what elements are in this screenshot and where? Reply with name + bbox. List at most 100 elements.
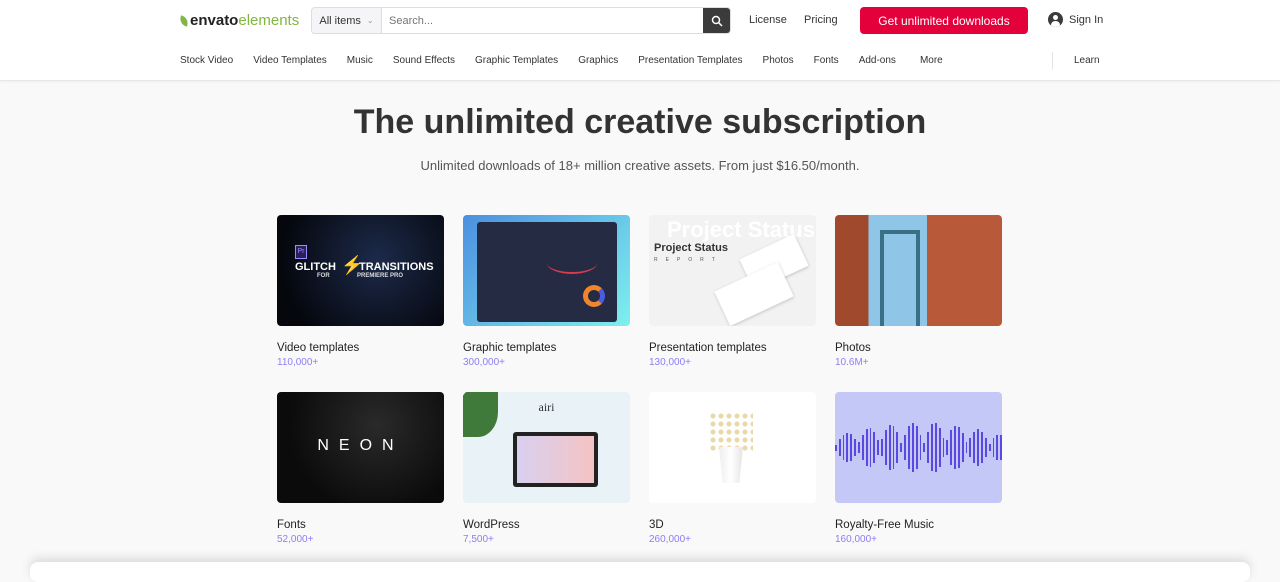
logo-product: elements (238, 12, 300, 29)
presentation-templates-thumbnail: Project Status Project Status REPORT (649, 215, 816, 326)
nav-add-ons[interactable]: Add-ons (859, 55, 896, 66)
category-count: 300,000+ (463, 357, 505, 368)
category-label: Fonts (277, 519, 306, 531)
wave-bar (954, 425, 956, 470)
wave-bar (946, 439, 949, 456)
nav-music[interactable]: Music (347, 55, 373, 66)
category-label: WordPress (463, 519, 520, 531)
wave-bar (950, 430, 953, 465)
user-icon (1048, 12, 1063, 27)
license-link[interactable]: License (749, 14, 787, 26)
nav-fonts[interactable]: Fonts (814, 55, 839, 66)
wave-bar (881, 438, 883, 457)
wave-bar (846, 432, 849, 463)
bridge-shape (880, 230, 920, 326)
wave-bar (896, 432, 899, 463)
sign-in-button[interactable]: Sign In (1048, 12, 1103, 27)
waveform-icon (835, 392, 1002, 503)
category-label: 3D (649, 519, 664, 531)
top-header: envatoelements All items ⌄ License Pricin… (0, 0, 1280, 81)
category-count: 130,000+ (649, 357, 691, 368)
logo-brand: envato (190, 12, 239, 29)
donut-chart (583, 285, 605, 307)
category-card-wordpress[interactable]: airi WordPress 7,500+ (463, 392, 630, 545)
hero-subtitle: Unlimited downloads of 18+ million creat… (420, 158, 860, 173)
wordpress-thumbnail: airi (463, 392, 630, 503)
category-card-photos[interactable]: Photos 10.6M+ (835, 215, 1002, 368)
search-bar: All items ⌄ (311, 7, 731, 34)
thumb-text: Project Status (654, 242, 728, 254)
wave-bar (996, 434, 999, 461)
thumb-text: REPORT (654, 257, 723, 263)
category-count: 52,000+ (277, 534, 314, 545)
nav-more[interactable]: More (920, 55, 943, 66)
category-card-royalty-free-music[interactable]: Royalty-Free Music 160,000+ (835, 392, 1002, 545)
wave-bar (915, 425, 918, 470)
category-count: 260,000+ (649, 534, 691, 545)
envato-elements-logo[interactable]: envato elements (179, 12, 300, 29)
search-button[interactable] (703, 8, 730, 33)
category-count: 110,000+ (277, 357, 319, 368)
popcorn-box (719, 447, 743, 483)
nav-graphics[interactable]: Graphics (578, 55, 618, 66)
wave-bar (854, 439, 856, 456)
category-count: 10.6M+ (835, 357, 869, 368)
wave-bar (888, 424, 891, 471)
thumb-text: TRANSITIONS (359, 261, 434, 273)
category-card-graphic-templates[interactable]: Graphic templates 300,000+ (463, 215, 630, 368)
wave-bar (1000, 434, 1002, 461)
nav-sound-effects[interactable]: Sound Effects (393, 55, 455, 66)
search-input[interactable] (382, 8, 703, 33)
nav-learn[interactable]: Learn (1074, 55, 1100, 66)
wave-bar (961, 432, 964, 463)
wave-bar (977, 429, 979, 466)
wave-bar (850, 434, 853, 461)
wave-bar (900, 442, 903, 453)
wave-bar (861, 434, 864, 461)
category-card-fonts[interactable]: NEON Fonts 52,000+ (277, 392, 444, 545)
photos-thumbnail (835, 215, 1002, 326)
chevron-down-icon: ⌄ (366, 16, 374, 25)
wave-bar (892, 425, 895, 470)
wave-bar (923, 442, 926, 453)
wave-bar (911, 422, 914, 473)
nav-graphic-templates[interactable]: Graphic Templates (475, 55, 558, 66)
category-label: Presentation templates (649, 342, 767, 354)
nav-photos[interactable]: Photos (763, 55, 794, 66)
category-card-presentation-templates[interactable]: Project Status Project Status REPORT Pre… (649, 215, 816, 368)
category-label: Graphic templates (463, 342, 557, 354)
wave-bar (931, 424, 933, 471)
wave-bar (835, 444, 837, 451)
category-card-3d[interactable]: 3D 260,000+ (649, 392, 816, 545)
category-nav: Stock Video Video Templates Music Sound … (180, 55, 963, 66)
nav-stock-video[interactable]: Stock Video (180, 55, 233, 66)
sign-in-label: Sign In (1069, 13, 1104, 26)
wave-bar (884, 429, 887, 466)
get-unlimited-downloads-button[interactable]: Get unlimited downloads (860, 7, 1028, 34)
category-card-video-templates[interactable]: Pr GLITCH ⚡ TRANSITIONS FOR PREMIERE PRO… (277, 215, 444, 368)
wave-bar (904, 434, 906, 461)
category-count: 160,000+ (835, 534, 877, 545)
thumb-text: GLITCH (295, 261, 336, 273)
graphic-templates-thumbnail (463, 215, 630, 326)
wave-bar (981, 431, 983, 464)
wave-bar (927, 431, 930, 464)
category-dropdown[interactable]: All items ⌄ (312, 8, 382, 33)
leaf-icon (179, 14, 189, 27)
wave-bar (877, 440, 880, 455)
pricing-link[interactable]: Pricing (804, 14, 838, 26)
wave-bar (865, 429, 868, 466)
nav-presentation-templates[interactable]: Presentation Templates (638, 55, 742, 66)
wave-bar (984, 437, 987, 458)
category-count: 7,500+ (463, 534, 494, 545)
premiere-icon: Pr (295, 245, 307, 259)
hero-title: The unlimited creative subscription (353, 103, 927, 141)
category-label: Video templates (277, 342, 360, 354)
category-label: Photos (835, 342, 871, 354)
search-icon (711, 15, 723, 27)
thumb-text: PREMIERE PRO (357, 273, 404, 279)
wave-bar (919, 434, 922, 461)
wave-bar (907, 425, 910, 470)
nav-video-templates[interactable]: Video Templates (253, 55, 327, 66)
video-templates-thumbnail: Pr GLITCH ⚡ TRANSITIONS FOR PREMIERE PRO (277, 215, 444, 326)
